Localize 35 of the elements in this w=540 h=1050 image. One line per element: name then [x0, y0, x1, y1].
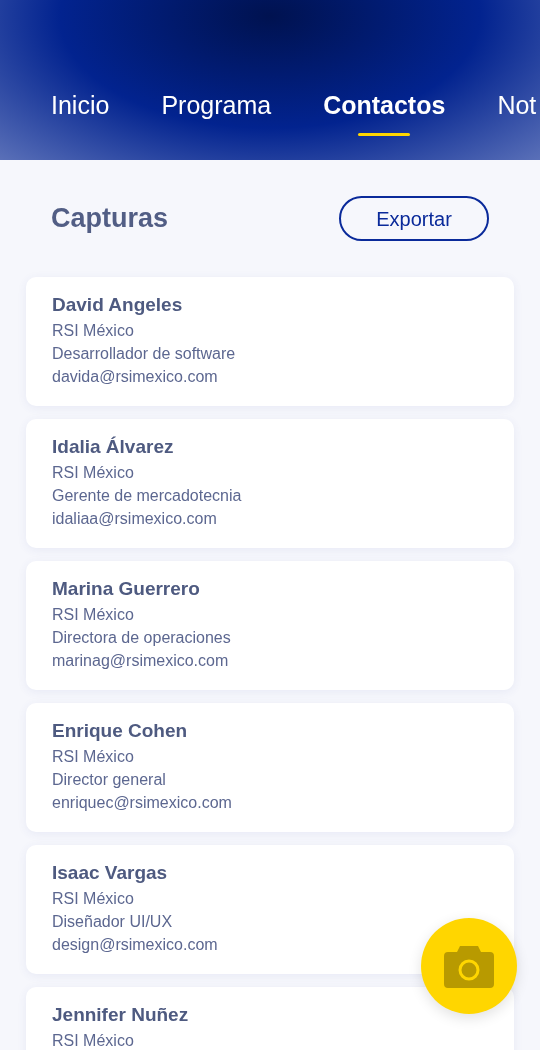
nav-tab[interactable]: Contactos: [323, 86, 446, 136]
contact-name: Marina Guerrero: [52, 577, 201, 601]
nav-tab[interactable]: Inicio: [51, 86, 110, 136]
contact-role: Desarrollador de software: [52, 344, 237, 364]
contact-email: marinag@rsimexico.com: [52, 651, 230, 671]
contact-name: Idalia Álvarez: [52, 435, 175, 459]
contact-company: RSI México: [52, 889, 135, 909]
section-title: Capturas: [51, 202, 169, 236]
contact-company: RSI México: [52, 747, 135, 767]
contact-email: enriquec@rsimexico.com: [52, 793, 233, 813]
contact-name: Jennifer Nuñez: [52, 1003, 190, 1027]
contact-card[interactable]: David Angeles RSI México Desarrollador de software davida@rsimexico.com: [26, 277, 514, 406]
contact-company: RSI México: [52, 605, 135, 625]
export-button[interactable]: Exportar: [339, 196, 489, 241]
contact-company: RSI México: [52, 321, 135, 341]
contact-card[interactable]: Marina Guerrero RSI México Directora de operaciones marinag@rsimexico.com: [26, 561, 514, 690]
contact-name: Isaac Vargas: [52, 861, 169, 885]
contact-company: RSI México: [52, 1031, 135, 1050]
nav-tab[interactable]: Programa: [161, 86, 272, 136]
contact-email: idaliaa@rsimexico.com: [52, 509, 218, 529]
contact-company: RSI México: [52, 463, 135, 483]
contact-name: David Angeles: [52, 293, 184, 317]
contact-role: Diseñador UI/UX: [52, 912, 174, 932]
contact-role: Director general: [52, 770, 167, 790]
contact-email: davida@rsimexico.com: [52, 367, 219, 387]
contact-role: Gerente de mercadotecnia: [52, 486, 243, 506]
camera-icon: [444, 944, 494, 988]
contact-card[interactable]: Enrique Cohen RSI México Director general enriquec@rsimexico.com: [26, 703, 514, 832]
contact-role: Directora de operaciones: [52, 628, 232, 648]
contact-card[interactable]: Jennifer Nuñez RSI México: [26, 987, 514, 1050]
nav-tab[interactable]: Not: [497, 86, 537, 136]
contact-email: design@rsimexico.com: [52, 935, 219, 955]
contact-card[interactable]: Idalia Álvarez RSI México Gerente de mercadotecnia idaliaa@rsimexico.com: [26, 419, 514, 548]
contact-name: Enrique Cohen: [52, 719, 189, 743]
contact-card[interactable]: Isaac Vargas RSI México Diseñador UI/UX design@rsimexico.com: [26, 845, 514, 974]
